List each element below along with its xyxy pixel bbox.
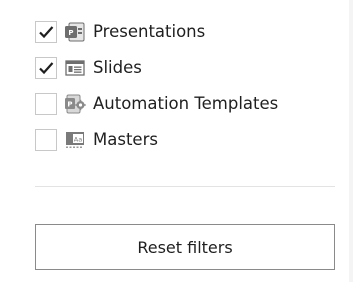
checkmark-icon xyxy=(39,62,54,75)
checkmark-icon xyxy=(39,26,54,39)
filter-list: P Presentations Slides P Automation Temp… xyxy=(35,20,353,152)
filter-automation-templates[interactable]: P Automation Templates xyxy=(35,92,353,116)
divider xyxy=(35,186,335,187)
filter-label: Automation Templates xyxy=(93,94,279,113)
master-icon: Aa xyxy=(63,128,87,152)
filter-panel: P Presentations Slides P Automation Temp… xyxy=(0,0,353,282)
scrollbar[interactable] xyxy=(349,0,353,282)
filter-masters[interactable]: Aa Masters xyxy=(35,128,353,152)
filter-slides[interactable]: Slides xyxy=(35,56,353,80)
filter-label: Slides xyxy=(93,58,142,77)
svg-text:P: P xyxy=(67,101,72,109)
filter-presentations[interactable]: P Presentations xyxy=(35,20,353,44)
svg-text:P: P xyxy=(68,29,73,37)
svg-text:Aa: Aa xyxy=(74,135,82,143)
reset-filters-button[interactable]: Reset filters xyxy=(35,224,335,270)
slide-icon xyxy=(63,56,87,80)
masters-checkbox[interactable] xyxy=(35,129,57,151)
automation-templates-checkbox[interactable] xyxy=(35,93,57,115)
presentation-icon: P xyxy=(63,20,87,44)
automation-template-icon: P xyxy=(63,92,87,116)
slides-checkbox[interactable] xyxy=(35,57,57,79)
presentations-checkbox[interactable] xyxy=(35,21,57,43)
filter-label: Presentations xyxy=(93,22,206,41)
filter-label: Masters xyxy=(93,130,158,149)
